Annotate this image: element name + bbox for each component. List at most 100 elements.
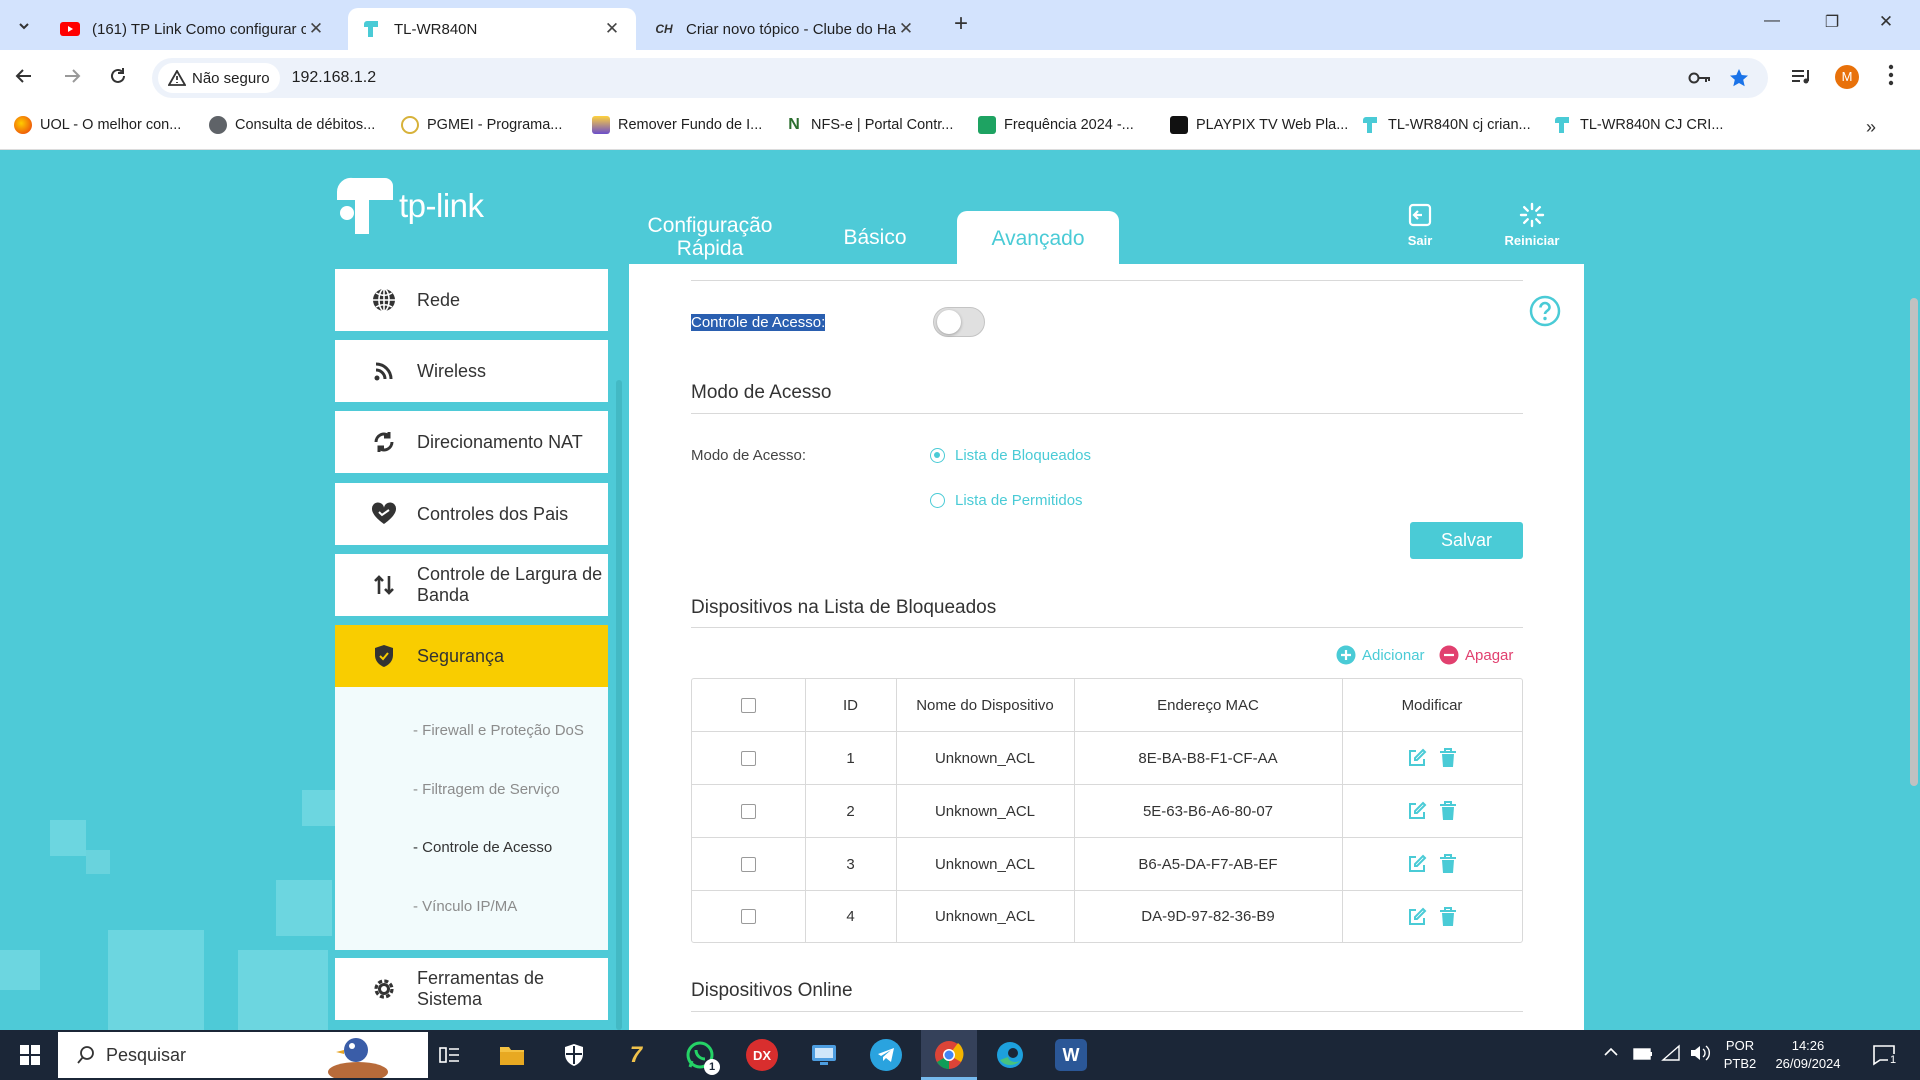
sidebar-item-nat[interactable]: Direcionamento NAT <box>335 411 608 473</box>
row-checkbox[interactable] <box>741 750 756 766</box>
battery-icon[interactable] <box>1633 1047 1653 1065</box>
bookmark-star-icon[interactable] <box>1728 67 1750 94</box>
start-button[interactable] <box>20 1045 40 1070</box>
radio-allowed-list-label[interactable]: Lista de Permitidos <box>955 492 1083 509</box>
site-info-chip[interactable]: Não seguro <box>158 63 280 93</box>
whatsapp-icon[interactable]: 1 <box>684 1039 720 1075</box>
reload-button[interactable] <box>108 66 128 91</box>
forum-icon: CH <box>655 22 673 36</box>
close-tab-icon[interactable]: ✕ <box>896 19 916 39</box>
trash-icon[interactable] <box>1439 906 1457 927</box>
select-all-checkbox[interactable] <box>741 697 756 713</box>
page-scrollbar-thumb[interactable] <box>1910 298 1918 786</box>
back-button[interactable] <box>14 66 34 91</box>
bookmark-item[interactable]: Remover Fundo de I... <box>592 116 762 134</box>
system-tray-chevron-icon[interactable] <box>1603 1045 1619 1063</box>
sidebar-scrollbar[interactable] <box>616 380 622 1030</box>
browser-menu-icon[interactable] <box>1888 64 1896 91</box>
tab-search-button[interactable] <box>10 12 38 40</box>
trash-icon[interactable] <box>1439 748 1457 768</box>
notification-center-button[interactable]: 1 <box>1872 1044 1899 1071</box>
sidebar-item-wireless[interactable]: Wireless <box>335 340 608 402</box>
save-button[interactable]: Salvar <box>1410 522 1523 559</box>
help-button[interactable] <box>1529 295 1561 332</box>
reboot-button[interactable]: Reiniciar <box>1494 202 1570 248</box>
media-control-icon[interactable] <box>1790 67 1812 92</box>
display-app-icon[interactable] <box>808 1039 840 1071</box>
sidebar-item-security[interactable]: Segurança <box>335 625 608 687</box>
radio-blocked-list-label[interactable]: Lista de Bloqueados <box>955 447 1091 464</box>
logout-button[interactable]: Sair <box>1392 202 1448 248</box>
file-explorer-icon[interactable] <box>496 1039 528 1071</box>
taskbar-search-box[interactable]: Pesquisar <box>58 1032 428 1078</box>
radio-blocked-list[interactable] <box>930 448 945 463</box>
close-tab-icon[interactable]: ✕ <box>602 19 622 39</box>
whatsapp-badge: 1 <box>704 1059 720 1075</box>
bookmark-item[interactable]: PGMEI - Programa... <box>401 116 562 134</box>
row-checkbox[interactable] <box>741 909 756 924</box>
bookmark-item[interactable]: TL-WR840N CJ CRI... <box>1554 116 1723 134</box>
nav-tab-quick-setup[interactable]: Configuração Rápida <box>640 214 780 260</box>
clock[interactable]: 14:26 26/09/2024 <box>1772 1037 1844 1073</box>
browser-tab-youtube[interactable]: (161) TP Link Como configurar c ✕ <box>46 8 340 50</box>
minimize-button[interactable]: — <box>1760 12 1784 30</box>
edit-icon[interactable] <box>1407 748 1427 768</box>
language-code: POR <box>1725 1038 1755 1053</box>
profile-avatar[interactable]: M <box>1835 65 1859 89</box>
bookmark-item[interactable]: UOL - O melhor con... <box>14 116 181 134</box>
access-control-toggle[interactable] <box>933 307 985 337</box>
sidebar-item-system-tools[interactable]: Ferramentas de Sistema <box>335 958 608 1020</box>
row-actions <box>1342 891 1522 942</box>
edge-icon[interactable] <box>994 1039 1026 1071</box>
edit-icon[interactable] <box>1407 801 1427 821</box>
row-checkbox[interactable] <box>741 856 756 872</box>
url-text[interactable]: 192.168.1.2 <box>292 69 377 87</box>
edit-icon[interactable] <box>1407 907 1427 927</box>
volume-icon[interactable] <box>1689 1044 1711 1067</box>
security-app-icon[interactable] <box>558 1039 590 1071</box>
bookmark-item[interactable]: Frequência 2024 -... <box>978 116 1134 134</box>
dx-app-icon[interactable]: DX <box>746 1039 778 1071</box>
address-bar[interactable]: Não seguro 192.168.1.2 <box>152 58 1768 98</box>
close-tab-icon[interactable]: ✕ <box>306 19 326 39</box>
sidebar-item-bandwidth-control[interactable]: Controle de Largura de Banda <box>335 554 608 616</box>
sidebar-item-network[interactable]: Rede <box>335 269 608 331</box>
trash-icon[interactable] <box>1439 854 1457 874</box>
nav-tab-advanced[interactable]: Avançado <box>957 211 1119 267</box>
row-checkbox[interactable] <box>741 803 756 819</box>
submenu-service-filtering[interactable]: - Filtragem de Serviço <box>413 781 560 798</box>
task-view-icon[interactable] <box>434 1039 466 1071</box>
sidebar-item-parental-controls[interactable]: Controles dos Pais <box>335 483 608 545</box>
browser-tab-forum[interactable]: CH Criar novo tópico - Clube do Ha ✕ <box>640 8 930 50</box>
edit-icon[interactable] <box>1407 854 1427 874</box>
submenu-firewall[interactable]: - Firewall e Proteção DoS <box>413 722 584 739</box>
bookmark-item[interactable]: Consulta de débitos... <box>209 116 375 134</box>
word-icon[interactable]: W <box>1055 1039 1087 1071</box>
submenu-ip-mac-binding[interactable]: - Vínculo IP/MA <box>413 898 517 915</box>
row-mac: 5E-63-B6-A6-80-07 <box>1142 802 1274 820</box>
radio-allowed-list[interactable] <box>930 493 945 508</box>
bookmark-item[interactable]: PLAYPIX TV Web Pla... <box>1170 116 1348 134</box>
bookmark-item[interactable]: N NFS-e | Portal Contr... <box>785 116 953 134</box>
new-tab-button[interactable]: + <box>948 10 974 40</box>
close-window-button[interactable]: ✕ <box>1874 12 1898 32</box>
winrar-icon[interactable]: 7 <box>620 1039 652 1071</box>
nav-tab-basic[interactable]: Básico <box>820 226 930 249</box>
submenu-access-control[interactable]: - Controle de Acesso <box>413 839 552 856</box>
bookmark-item[interactable]: TL-WR840N cj crian... <box>1362 116 1531 134</box>
browser-tab-router[interactable]: TL-WR840N ✕ <box>348 8 636 50</box>
telegram-icon[interactable] <box>870 1039 902 1071</box>
language-indicator[interactable]: POR PTB2 <box>1720 1037 1760 1073</box>
maximize-button[interactable]: ❐ <box>1820 12 1844 32</box>
plus-circle-icon <box>1336 645 1356 665</box>
more-bookmarks-icon[interactable]: » <box>1866 117 1876 138</box>
add-button[interactable]: Adicionar <box>1336 645 1425 665</box>
password-key-icon[interactable] <box>1688 68 1712 93</box>
trash-icon[interactable] <box>1439 801 1457 821</box>
delete-button[interactable]: Apagar <box>1439 645 1513 665</box>
chrome-icon[interactable] <box>933 1039 965 1071</box>
network-icon[interactable] <box>1661 1044 1681 1067</box>
sidebar-item-label: Direcionamento NAT <box>417 431 583 452</box>
forward-button[interactable] <box>62 66 82 91</box>
table-header-device-name: Nome do Dispositivo <box>916 696 1054 714</box>
